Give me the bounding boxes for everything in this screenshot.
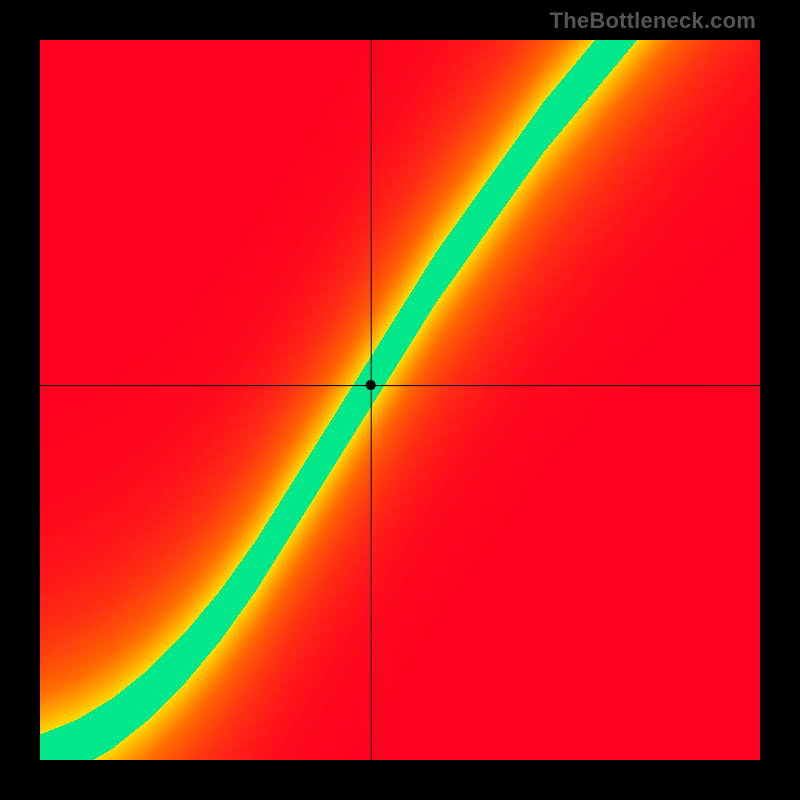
heatmap-canvas (40, 40, 760, 760)
chart-container: TheBottleneck.com (0, 0, 800, 800)
watermark-text: TheBottleneck.com (550, 8, 756, 34)
plot-area (40, 40, 760, 760)
